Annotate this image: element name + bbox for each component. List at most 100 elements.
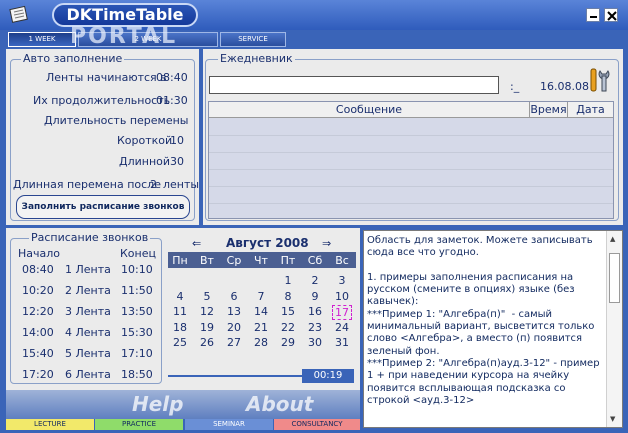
calendar-day[interactable]: 23 [303,321,327,334]
diary-date[interactable]: 16.08.08 [540,80,589,93]
calendar-day[interactable]: 8 [276,290,300,303]
long-break-label: Длинной [119,155,171,168]
calendar-day[interactable]: 2 [303,274,327,287]
bell-start[interactable]: 12:20 [22,305,54,318]
calendar-day[interactable]: 16 [303,305,327,318]
long-break-after-value[interactable]: 2 [150,178,157,191]
diary-message-input[interactable] [209,76,499,94]
bell-lesson: 2 Лента [65,284,111,297]
weekday-header: Чт [254,254,268,267]
notes-text[interactable]: Область для заметок. Можете записывать с… [367,235,605,407]
bell-end[interactable]: 10:10 [121,263,153,276]
bell-end[interactable]: 11:50 [121,284,153,297]
help-button[interactable]: Help [132,392,183,416]
calendar-day[interactable]: 26 [195,336,219,349]
close-button[interactable] [604,8,618,22]
diary-time-input[interactable]: :_ [510,80,519,93]
break-duration-label: Длительность перемены [44,114,189,127]
calendar-day[interactable]: 22 [276,321,300,334]
long-break-value[interactable]: 30 [170,155,184,168]
calendar-day[interactable]: 9 [303,290,327,303]
bell-start[interactable]: 08:40 [22,263,54,276]
calendar-day[interactable]: 6 [222,290,246,303]
app-window: DKTimeTable 1 WEEK 2 WEEK SERVICE PORTAL… [0,0,628,433]
calendar-day[interactable]: 21 [249,321,273,334]
calendar-day[interactable]: 14 [249,305,273,318]
notes-area[interactable]: Область для заметок. Можете записывать с… [363,230,623,428]
bell-lesson: 3 Лента [65,305,111,318]
weekday-header: Вт [200,254,214,267]
calendar-month-title: Август 2008 [226,236,309,250]
calendar-day[interactable]: 12 [195,305,219,318]
row-divider [209,152,613,153]
bell-start[interactable]: 14:00 [22,326,54,339]
calendar-day[interactable]: 28 [249,336,273,349]
tools-icon[interactable] [586,66,614,94]
calendar-day[interactable]: 24 [330,321,354,334]
scroll-down-icon[interactable]: ▼ [610,415,615,423]
notepad-icon [8,4,30,24]
calendar-today[interactable]: 17 [332,305,352,320]
watermark: PORTAL [70,24,178,49]
calendar-day[interactable]: 13 [222,305,246,318]
weekday-header: Сб [307,254,323,267]
clock-divider [168,375,302,377]
calendar-day[interactable]: 1 [276,274,300,287]
weekday-header: Вс [335,254,349,267]
short-break-label: Короткой [117,134,173,147]
fill-schedule-button[interactable]: Заполнить расписание звонков [16,195,190,219]
close-icon [607,11,617,21]
bell-start[interactable]: 10:20 [22,284,54,297]
notes-scroll-thumb[interactable] [609,253,620,303]
tab-week-1[interactable]: 1 WEEK [8,32,76,47]
weekday-header: Пн [172,254,188,267]
column-header-date[interactable]: Дата [568,102,613,118]
calendar-day[interactable]: 15 [276,305,300,318]
calendar-day[interactable]: 3 [330,274,354,287]
bell-end[interactable]: 17:10 [121,347,153,360]
calendar-day[interactable]: 7 [249,290,273,303]
tab-service[interactable]: SERVICE [220,32,286,47]
lesson-duration-value[interactable]: 01:30 [156,94,188,107]
bell-start[interactable]: 17:20 [22,368,54,381]
legend-lecture: LECTURE [6,419,94,430]
row-divider [209,169,613,170]
bell-lesson: 4 Лента [65,326,111,339]
row-divider [209,203,613,204]
notes-scrollbar[interactable]: ▲ ▼ [606,231,622,427]
bell-lesson: 5 Лента [65,347,111,360]
short-break-value[interactable]: 10 [170,134,184,147]
bell-end[interactable]: 15:30 [121,326,153,339]
bell-lesson: 1 Лента [65,263,111,276]
bell-end[interactable]: 13:50 [121,305,153,318]
minimize-button[interactable] [586,8,600,22]
calendar-day[interactable]: 18 [168,321,192,334]
row-divider [209,186,613,187]
calendar-day[interactable]: 5 [195,290,219,303]
calendar-day[interactable]: 25 [168,336,192,349]
column-header-time[interactable]: Время [530,102,568,118]
calendar-prev-icon[interactable]: ⇐ [192,237,201,250]
lessons-start-value[interactable]: 08:40 [156,71,188,84]
calendar-day[interactable]: 30 [303,336,327,349]
calendar-day[interactable]: 11 [168,305,192,318]
legend-consultancy: CONSULTANCY [274,419,360,430]
calendar-day[interactable]: 4 [168,290,192,303]
scroll-up-icon[interactable]: ▲ [610,235,615,243]
calendar-day[interactable]: 19 [195,321,219,334]
calendar-day[interactable]: 29 [276,336,300,349]
calendar-day[interactable]: 10 [330,290,354,303]
row-divider [209,135,613,136]
lessons-start-label: Ленты начинаются в [46,71,167,84]
clock: 00:19 [302,369,354,383]
bell-end[interactable]: 18:50 [121,368,153,381]
calendar-day[interactable]: 20 [222,321,246,334]
calendar-next-icon[interactable]: ⇒ [322,237,331,250]
diary-table[interactable]: Сообщение Время Дата [208,101,614,219]
column-header-message[interactable]: Сообщение [209,102,530,118]
calendar-day[interactable]: 27 [222,336,246,349]
about-button[interactable]: About [246,392,313,416]
bell-start[interactable]: 15:40 [22,347,54,360]
calendar-day[interactable]: 31 [330,336,354,349]
legend-practice: PRACTICE [95,419,183,430]
